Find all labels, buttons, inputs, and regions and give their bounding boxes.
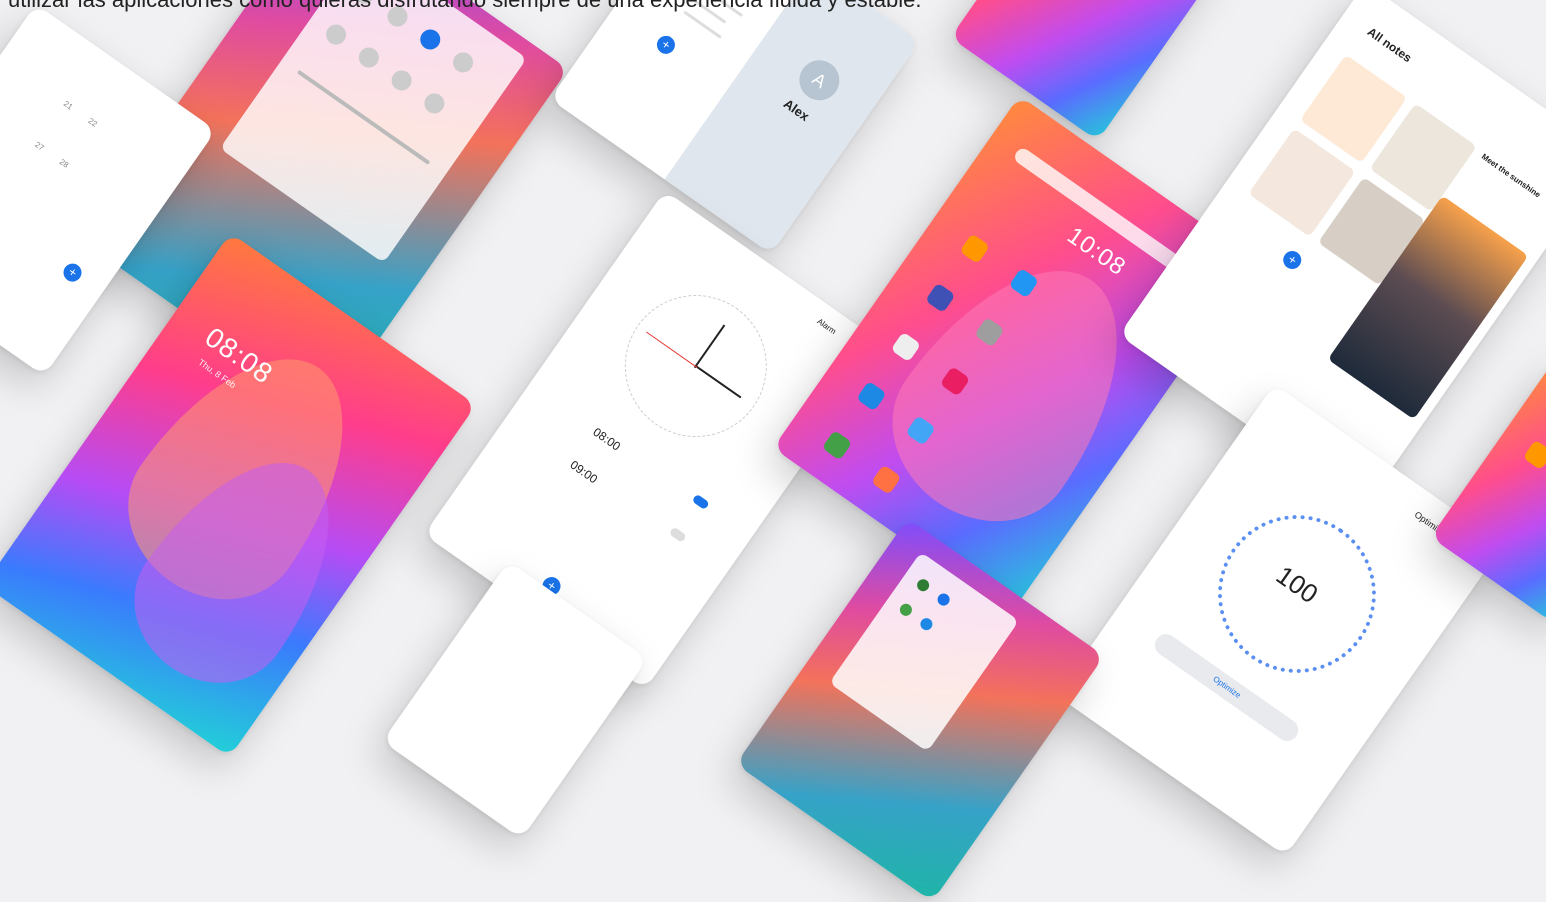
avatar-letter: A — [808, 68, 831, 92]
add-note-button[interactable]: + — [1279, 247, 1305, 273]
wallpaper-screen-bottom — [735, 518, 1105, 902]
optimizer-score: 100 — [1270, 559, 1324, 610]
note-detail-title: Meet the sunshine — [1479, 152, 1543, 200]
alarm-title: Alarm — [815, 316, 838, 337]
alarm-2-time: 09:00 — [567, 457, 601, 487]
alarm-1-time: 08:00 — [590, 424, 624, 454]
alarm-toggle[interactable] — [691, 493, 710, 511]
optimize-button-label: Optimize — [1211, 674, 1243, 700]
add-event-button[interactable]: + — [59, 260, 86, 286]
app-icon-3[interactable] — [924, 282, 956, 314]
caption-text: utilizar las aplicaciones como quieras d… — [8, 0, 922, 13]
add-contact-button[interactable]: + — [653, 32, 679, 58]
app-icon-5[interactable] — [890, 331, 922, 363]
app-icon-right-1[interactable] — [1522, 439, 1546, 471]
app-icon-1[interactable] — [959, 233, 991, 264]
contacts-screen: A Alex + — [549, 0, 921, 254]
alarm-toggle-2[interactable] — [668, 526, 687, 543]
notes-title: All notes — [1364, 24, 1415, 66]
app-icon-7[interactable] — [856, 380, 887, 412]
app-icon-10[interactable] — [870, 464, 902, 495]
optimizer-screen: Optimizer 100 Optimize — [1056, 384, 1504, 856]
app-icon-9[interactable] — [821, 429, 853, 461]
wallpaper-screen-top — [950, 0, 1230, 141]
analog-clock — [596, 267, 795, 465]
quick-settings-panel — [219, 0, 527, 264]
